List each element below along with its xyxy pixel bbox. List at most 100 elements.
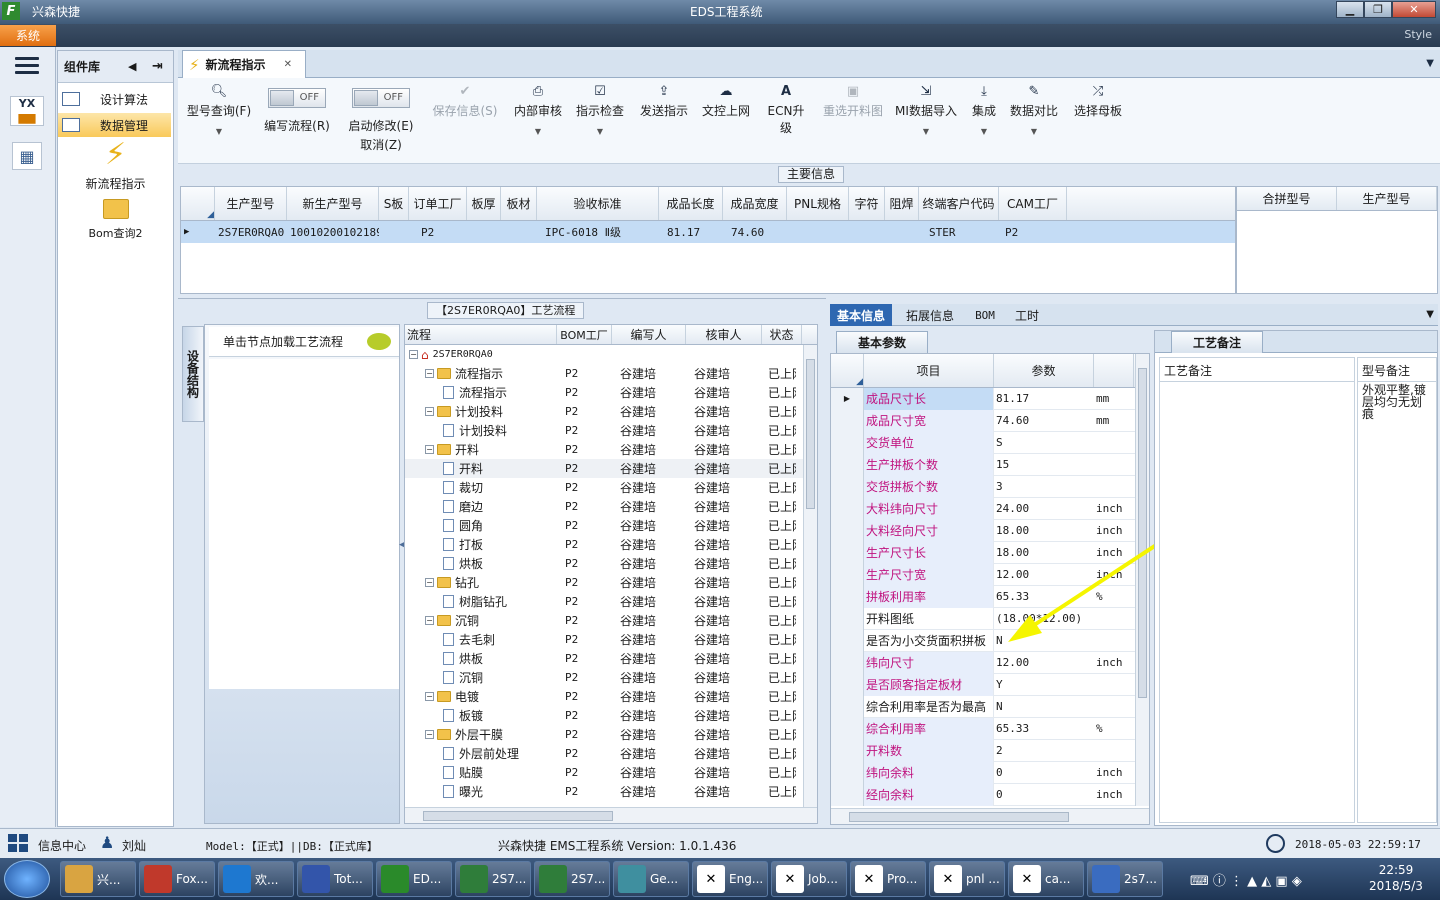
bom-query-tool[interactable]: Bom查询2 xyxy=(58,199,173,241)
row-selector[interactable] xyxy=(831,475,864,498)
param-value[interactable]: 0 xyxy=(994,766,1094,779)
col-header[interactable]: 生产型号 xyxy=(1337,187,1437,210)
param-value[interactable]: Y xyxy=(994,678,1094,691)
param-row[interactable]: ▶ 成品尺寸长 81.17 mm xyxy=(831,387,1149,410)
close-button[interactable]: ✕ xyxy=(1392,1,1436,18)
row-selector[interactable] xyxy=(831,497,864,520)
tab-process-remarks[interactable]: 工艺备注 xyxy=(1171,331,1263,353)
col-header[interactable]: PNL规格 xyxy=(787,187,849,220)
col-header[interactable]: 验收标准 xyxy=(537,187,659,220)
tree-row[interactable]: 磨边 P2 谷建培 谷建培 已上网 xyxy=(405,497,817,516)
taskbar-item[interactable]: 2s7... xyxy=(1087,861,1163,897)
taskbar-item[interactable]: 兴... xyxy=(60,861,136,897)
new-flow-tool[interactable]: ⚡ 新流程指示 xyxy=(58,139,173,192)
system-menu[interactable]: 系统 xyxy=(0,25,56,46)
hamburger-menu-icon[interactable] xyxy=(15,57,39,75)
taskbar-item[interactable]: ✕ ca... xyxy=(1008,861,1084,897)
col-header[interactable]: BOM工厂 xyxy=(557,325,612,344)
tree-row[interactable]: 裁切 P2 谷建培 谷建培 已上网 xyxy=(405,478,817,497)
tree-row[interactable]: 流程指示 P2 谷建培 谷建培 已上网 xyxy=(405,383,817,402)
tab-bom[interactable]: BOM xyxy=(968,304,1002,326)
row-selector[interactable] xyxy=(831,717,864,740)
dropdown-arrow-icon[interactable]: ▼ xyxy=(968,127,1000,136)
param-row[interactable]: 是否顾客指定板材 Y xyxy=(831,673,1149,696)
tree-row[interactable]: 烘板 P2 谷建培 谷建培 已上网 xyxy=(405,554,817,573)
param-row[interactable]: 开料数 2 xyxy=(831,739,1149,762)
tree-row[interactable]: 沉铜 P2 谷建培 谷建培 已上网 xyxy=(405,668,817,687)
taskbar-item[interactable]: ✕ Eng... xyxy=(692,861,768,897)
taskbar-item[interactable]: ✕ Job... xyxy=(771,861,847,897)
collapse-icon[interactable]: − xyxy=(425,730,434,739)
param-row[interactable]: 经向余料 0 inch xyxy=(831,783,1149,806)
col-header[interactable]: 板厚 xyxy=(467,187,501,220)
horizontal-scrollbar[interactable] xyxy=(831,808,1149,824)
row-selector[interactable] xyxy=(831,783,864,806)
dropdown-arrow-icon[interactable]: ▼ xyxy=(512,127,564,136)
tree-row[interactable]: − 沉铜 P2 谷建培 谷建培 已上网 xyxy=(405,611,817,630)
scroll-thumb[interactable] xyxy=(423,811,613,821)
tree-root[interactable]: − ⌂ 2S7ER0RQA0 xyxy=(405,345,817,364)
menu-data-management[interactable]: 数据管理 xyxy=(58,113,171,137)
col-header[interactable]: S板 xyxy=(379,187,409,220)
param-value[interactable]: 3 xyxy=(994,480,1094,493)
subtab-basic-params[interactable]: 基本参数 xyxy=(836,331,928,353)
param-row[interactable]: 生产拼板个数 15 xyxy=(831,453,1149,476)
tab-dropdown-icon[interactable]: ▼ xyxy=(1426,309,1434,320)
tab-new-flow[interactable]: ⚡ 新流程指示 ✕ xyxy=(182,50,306,78)
table-row[interactable]: ▶ 2S7ER0RQA0 10010200102189 P2 IPC-6018 … xyxy=(181,221,1235,243)
row-selector[interactable] xyxy=(831,563,864,586)
collapse-left-icon[interactable]: ◀ xyxy=(128,60,136,73)
tab-close-icon[interactable]: ✕ xyxy=(284,59,292,70)
doc-upload-button[interactable]: ☁ 文控上网 xyxy=(700,84,752,119)
param-value[interactable]: 65.33 xyxy=(994,722,1094,735)
tree-row[interactable]: − 计划投料 P2 谷建培 谷建培 已上网 xyxy=(405,402,817,421)
select-all-corner[interactable]: ◢ xyxy=(181,187,215,220)
tree-row[interactable]: − 开料 P2 谷建培 谷建培 已上网 xyxy=(405,440,817,459)
menu-design-algorithm[interactable]: 设计算法 xyxy=(58,87,171,111)
horizontal-scrollbar[interactable] xyxy=(405,807,817,823)
tree-row[interactable]: 贴膜 P2 谷建培 谷建培 已上网 xyxy=(405,763,817,782)
param-value[interactable]: 0 xyxy=(994,788,1094,801)
col-header[interactable]: 参数 xyxy=(994,354,1094,387)
tree-row[interactable]: 板镀 P2 谷建培 谷建培 已上网 xyxy=(405,706,817,725)
minimize-button[interactable]: ▁ xyxy=(1336,1,1364,18)
taskbar-item[interactable]: 2S7... xyxy=(455,861,531,897)
row-selector[interactable] xyxy=(831,629,864,652)
scroll-thumb[interactable] xyxy=(849,812,1069,822)
param-row[interactable]: 纬向余料 0 inch xyxy=(831,761,1149,784)
mi-import-button[interactable]: ⇲ MI数据导入 ▼ xyxy=(894,84,958,136)
param-row[interactable]: 交货拼板个数 3 xyxy=(831,475,1149,498)
tab-work-hours[interactable]: 工时 xyxy=(1010,304,1044,326)
select-mother-button[interactable]: ⤮ 选择母板 xyxy=(1072,84,1124,119)
param-value[interactable]: S xyxy=(994,436,1094,449)
tree-row[interactable]: 曝光 P2 谷建培 谷建培 已上网 xyxy=(405,782,817,801)
integrate-button[interactable]: ⤓ 集成 ▼ xyxy=(968,84,1000,136)
dropdown-arrow-icon[interactable]: ▼ xyxy=(1008,127,1060,136)
collapse-icon[interactable]: − xyxy=(409,350,418,359)
row-selector[interactable] xyxy=(831,607,864,630)
param-row[interactable]: 综合利用率是否为最高 N xyxy=(831,695,1149,718)
param-value[interactable]: N xyxy=(994,700,1094,713)
param-value[interactable]: 74.60 xyxy=(994,414,1094,427)
col-header-unit[interactable] xyxy=(1094,354,1134,387)
process-remark-box[interactable]: 工艺备注 xyxy=(1159,357,1355,823)
tree-row[interactable]: 树脂钻孔 P2 谷建培 谷建培 已上网 xyxy=(405,592,817,611)
scroll-thumb[interactable] xyxy=(806,359,815,509)
row-selector[interactable] xyxy=(831,409,864,432)
grid-apps-icon[interactable] xyxy=(8,834,28,852)
row-selector[interactable] xyxy=(831,651,864,674)
collapse-icon[interactable]: − xyxy=(425,616,434,625)
col-header[interactable]: 成品长度 xyxy=(659,187,723,220)
param-row[interactable]: 综合利用率 65.33% xyxy=(831,717,1149,740)
reselect-map-button[interactable]: ▣ 重选开料图 xyxy=(820,84,886,119)
param-value[interactable]: 81.17 xyxy=(994,392,1094,405)
internal-review-button[interactable]: ⎙ 内部审核 ▼ xyxy=(512,84,564,136)
param-row[interactable]: 纬向尺寸 12.00 inch xyxy=(831,651,1149,674)
style-menu[interactable]: Style xyxy=(1404,28,1432,41)
calculator-module-icon[interactable]: ▦ xyxy=(12,142,42,170)
collapse-icon[interactable]: − xyxy=(425,445,434,454)
param-value[interactable]: 2 xyxy=(994,744,1094,757)
taskbar-item[interactable]: ED... xyxy=(376,861,452,897)
vertical-scrollbar[interactable] xyxy=(803,345,817,807)
tree-row[interactable]: − 流程指示 P2 谷建培 谷建培 已上网 xyxy=(405,364,817,383)
